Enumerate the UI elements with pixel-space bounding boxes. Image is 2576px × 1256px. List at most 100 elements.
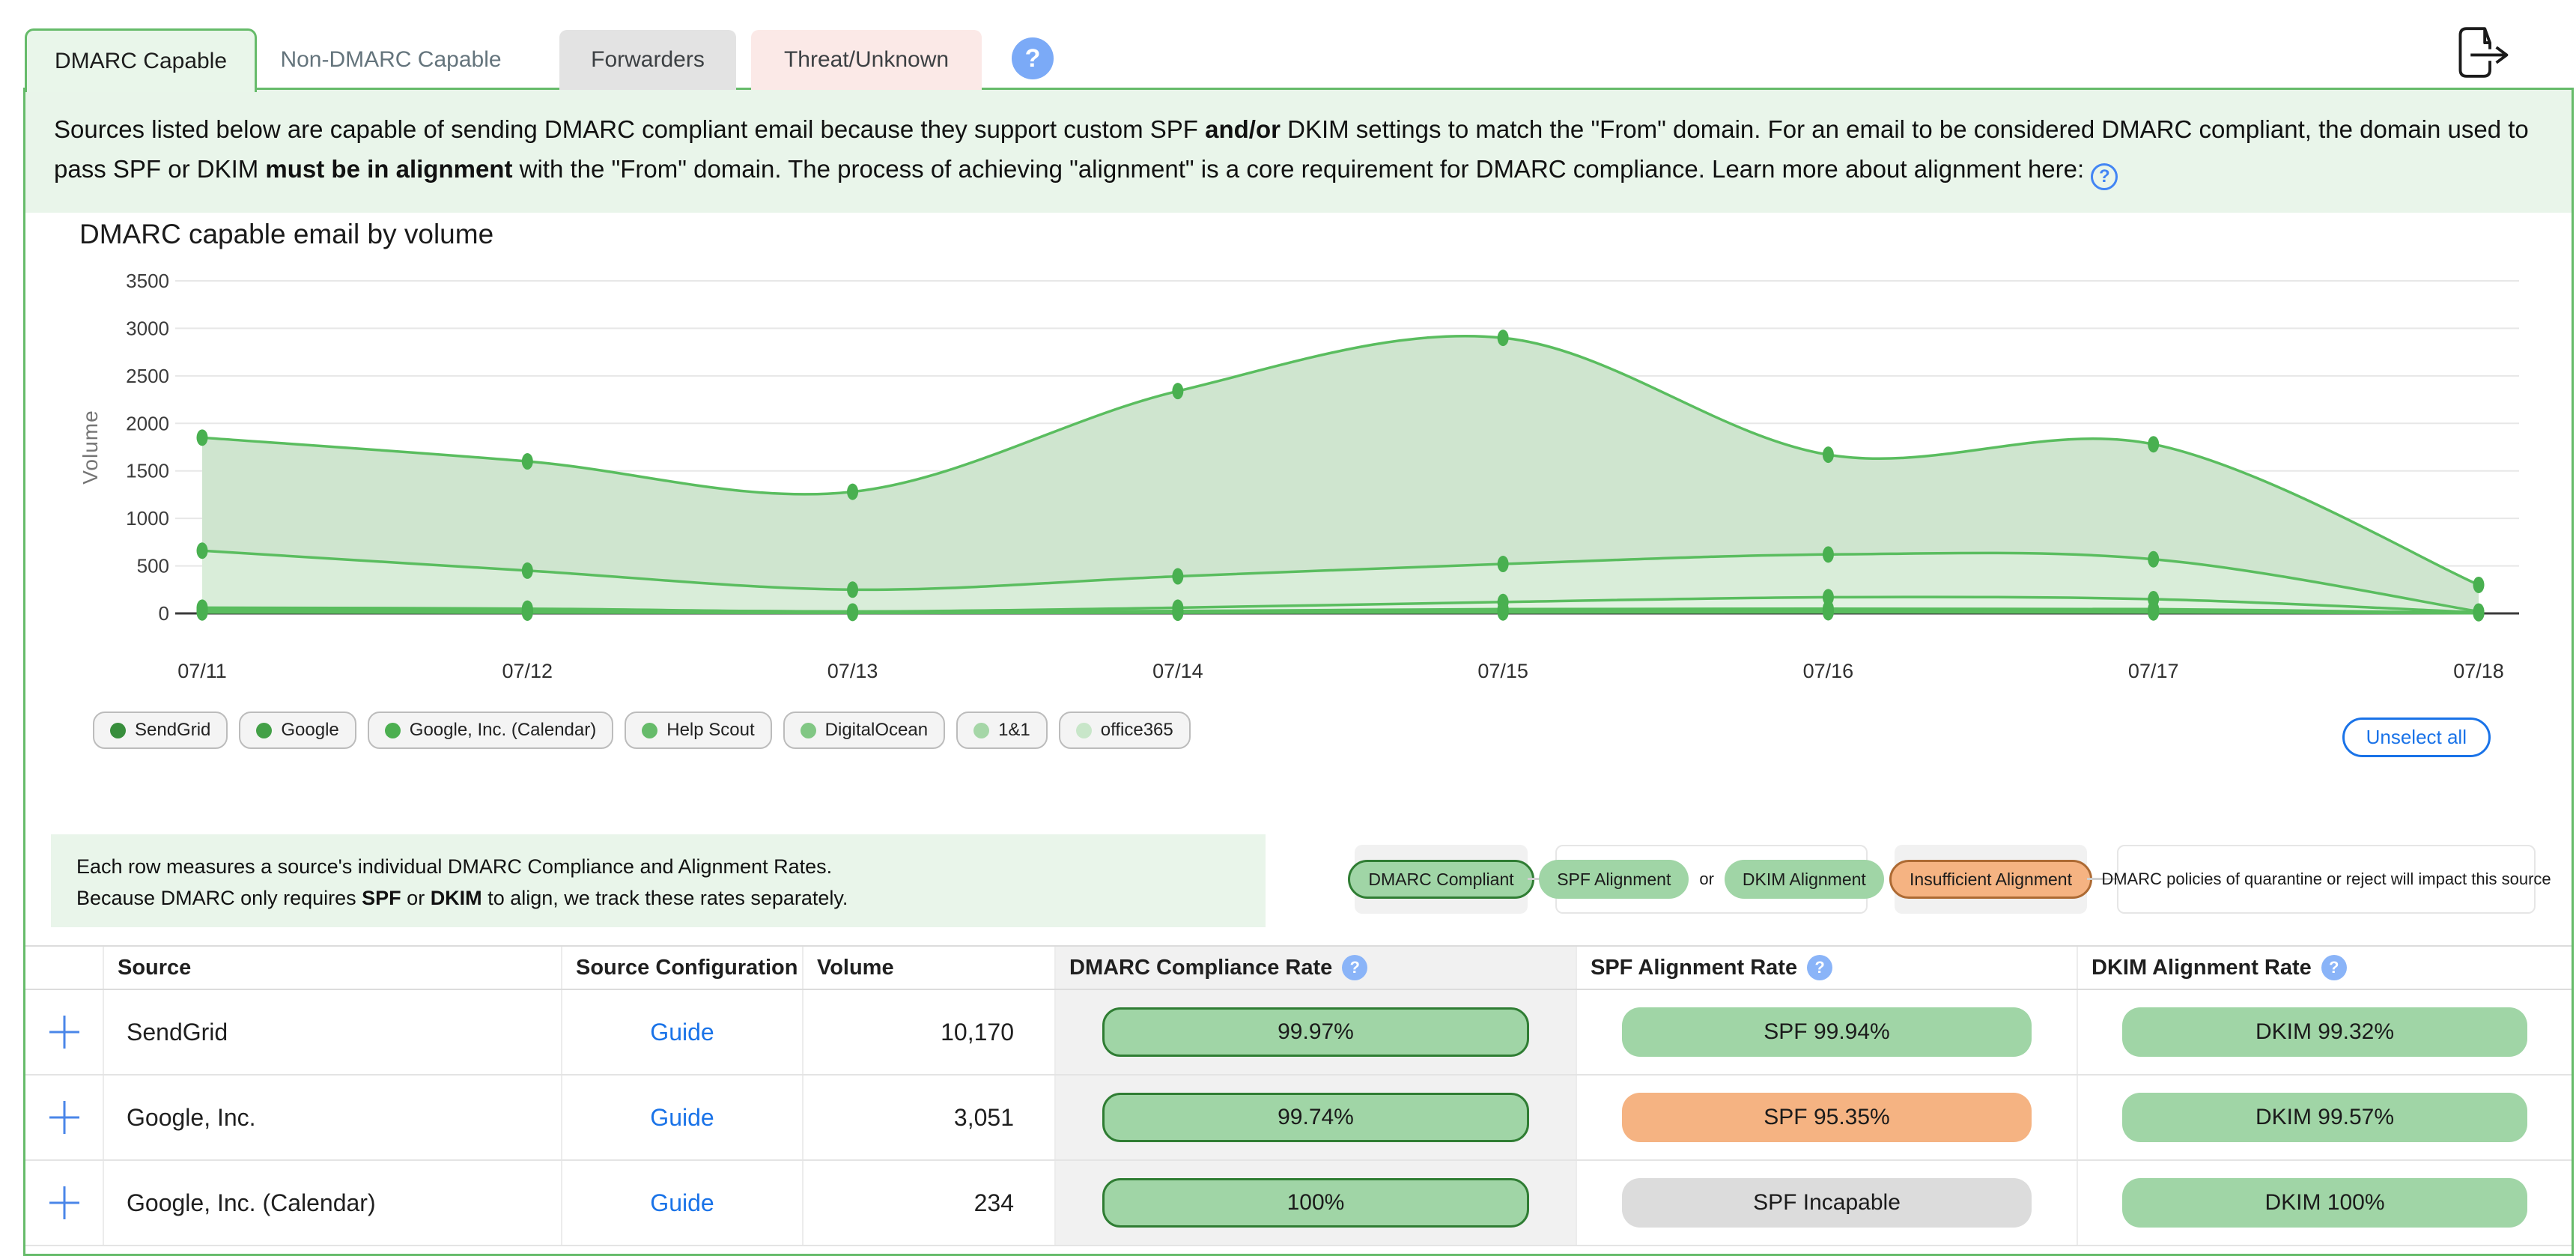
y-tick-label: 1500 bbox=[126, 460, 169, 482]
data-point[interactable] bbox=[522, 562, 533, 579]
x-tick-label: 07/16 bbox=[1803, 660, 1854, 682]
spf-cell: SPF Incapable bbox=[1576, 1161, 2077, 1245]
data-point[interactable] bbox=[2148, 551, 2159, 568]
column-header-label: DKIM Alignment Rate bbox=[2092, 956, 2312, 980]
compliance-cell: 99.74% bbox=[1054, 1076, 1576, 1159]
or-label: or bbox=[1699, 870, 1714, 889]
legend-chip[interactable]: office365 bbox=[1059, 712, 1191, 749]
spf-pill: SPF 99.94% bbox=[1622, 1007, 2032, 1057]
series-label: Help Scout bbox=[666, 720, 754, 741]
series-color-dot bbox=[642, 723, 657, 738]
spf-cell: SPF 99.94% bbox=[1576, 990, 2077, 1074]
column-header-label: Source Configuration bbox=[576, 956, 798, 980]
description-text-3: with the "From" domain. The process of a… bbox=[512, 155, 2091, 183]
column-header: Source Configuration bbox=[561, 947, 802, 989]
data-point[interactable] bbox=[1823, 604, 1834, 620]
data-point[interactable] bbox=[522, 453, 533, 470]
data-point[interactable] bbox=[847, 484, 858, 500]
series-label: office365 bbox=[1101, 720, 1173, 741]
tab-bar: DMARC Capable Non-DMARC Capable Forwarde… bbox=[0, 0, 2576, 90]
compliance-pill: 99.97% bbox=[1102, 1007, 1528, 1057]
legend-chip[interactable]: Google bbox=[239, 712, 356, 749]
tab-threat-unknown[interactable]: Threat/Unknown bbox=[751, 30, 982, 90]
series-label: SendGrid bbox=[135, 720, 210, 741]
expand-row-button[interactable] bbox=[25, 990, 103, 1074]
tab-forwarders[interactable]: Forwarders bbox=[559, 30, 736, 90]
legend-chip[interactable]: DigitalOcean bbox=[783, 712, 945, 749]
volume-cell: 234 bbox=[802, 1161, 1054, 1245]
compliance-pill: 100% bbox=[1102, 1178, 1528, 1228]
data-point[interactable] bbox=[847, 581, 858, 598]
volume-cell: 3,051 bbox=[802, 1076, 1054, 1159]
badge-card-policy-note: DMARC policies of quarantine or reject w… bbox=[2117, 845, 2536, 914]
data-point[interactable] bbox=[2473, 605, 2485, 622]
series-label: DigitalOcean bbox=[825, 720, 928, 741]
series-color-dot bbox=[1076, 723, 1092, 738]
tabs-help-icon[interactable]: ? bbox=[1012, 37, 1054, 79]
table-header-row: SourceSource ConfigurationVolumeDMARC Co… bbox=[25, 947, 2572, 990]
x-tick-label: 07/17 bbox=[2128, 660, 2179, 682]
spf-alignment-badge: SPF Alignment bbox=[1539, 860, 1689, 899]
dkim-pill: DKIM 99.32% bbox=[2122, 1007, 2527, 1057]
data-point[interactable] bbox=[2473, 577, 2485, 593]
series-color-dot bbox=[256, 723, 272, 738]
data-point[interactable] bbox=[1498, 604, 1509, 621]
dkim-pill: DKIM 100% bbox=[2122, 1178, 2527, 1228]
legend-chip[interactable]: 1&1 bbox=[956, 712, 1048, 749]
data-point[interactable] bbox=[1823, 546, 1834, 562]
column-help-icon[interactable]: ? bbox=[1342, 955, 1367, 980]
legend-chip[interactable]: SendGrid bbox=[93, 712, 228, 749]
data-point[interactable] bbox=[2148, 604, 2159, 621]
data-point[interactable] bbox=[1172, 383, 1183, 399]
guide-link[interactable]: Guide bbox=[650, 1189, 714, 1217]
data-point[interactable] bbox=[1498, 330, 1509, 346]
badge-card-insufficient: Insufficient Alignment bbox=[1895, 845, 2087, 914]
legend-chip[interactable]: Google, Inc. (Calendar) bbox=[368, 712, 613, 749]
compliance-pill: 99.74% bbox=[1102, 1093, 1528, 1142]
table-row: SendGridGuide10,17099.97%SPF 99.94%DKIM … bbox=[25, 990, 2572, 1076]
alignment-help-icon[interactable]: ? bbox=[2091, 163, 2118, 190]
expand-row-button[interactable] bbox=[25, 1161, 103, 1245]
tab-dmarc-capable[interactable]: DMARC Capable bbox=[25, 28, 257, 92]
data-point[interactable] bbox=[2148, 436, 2159, 452]
x-tick-label: 07/18 bbox=[2453, 660, 2504, 682]
data-point[interactable] bbox=[197, 429, 208, 446]
compliance-cell: 99.97% bbox=[1054, 990, 1576, 1074]
dkim-pill: DKIM 99.57% bbox=[2122, 1093, 2527, 1142]
plus-icon bbox=[49, 1185, 79, 1221]
series-color-dot bbox=[110, 723, 126, 738]
data-point[interactable] bbox=[522, 604, 533, 621]
tab-non-dmarc-capable[interactable]: Non-DMARC Capable bbox=[257, 30, 525, 90]
data-point[interactable] bbox=[197, 542, 208, 559]
dmarc-compliant-badge: DMARC Compliant bbox=[1348, 860, 1534, 899]
volume-area-chart: 050010001500200025003000350007/1107/1207… bbox=[25, 261, 2572, 703]
data-point[interactable] bbox=[1823, 446, 1834, 463]
data-point[interactable] bbox=[1172, 604, 1183, 621]
data-point[interactable] bbox=[1172, 568, 1183, 585]
table-row: Google, Inc. (Calendar)Guide234100%SPF I… bbox=[25, 1161, 2572, 1246]
data-point[interactable] bbox=[847, 604, 858, 621]
series-color-dot bbox=[385, 723, 401, 738]
compliance-cell: 100% bbox=[1054, 1161, 1576, 1245]
source-config-cell: Guide bbox=[561, 990, 802, 1074]
data-point[interactable] bbox=[197, 604, 208, 621]
panel-description: Sources listed below are capable of send… bbox=[25, 90, 2572, 213]
note-line2a: Because DMARC only requires bbox=[76, 887, 362, 909]
data-point[interactable] bbox=[1498, 556, 1509, 572]
column-help-icon[interactable]: ? bbox=[2321, 955, 2347, 980]
column-header: DKIM Alignment Rate? bbox=[2077, 947, 2572, 989]
legend-chip[interactable]: Help Scout bbox=[625, 712, 771, 749]
spf-cell: SPF 95.35% bbox=[1576, 1076, 2077, 1159]
guide-link[interactable]: Guide bbox=[650, 1104, 714, 1132]
note-bold-spf: SPF bbox=[362, 887, 401, 909]
guide-link[interactable]: Guide bbox=[650, 1019, 714, 1046]
column-help-icon[interactable]: ? bbox=[1807, 955, 1832, 980]
dkim-cell: DKIM 99.32% bbox=[2077, 990, 2572, 1074]
expand-row-button[interactable] bbox=[25, 1076, 103, 1159]
volume-cell: 10,170 bbox=[802, 990, 1054, 1074]
dkim-cell: DKIM 99.57% bbox=[2077, 1076, 2572, 1159]
x-tick-label: 07/11 bbox=[177, 660, 227, 682]
note-line1: Each row measures a source's individual … bbox=[76, 855, 832, 878]
unselect-all-button[interactable]: Unselect all bbox=[2342, 718, 2491, 757]
table-row: Google, Inc.Guide3,05199.74%SPF 95.35%DK… bbox=[25, 1076, 2572, 1161]
